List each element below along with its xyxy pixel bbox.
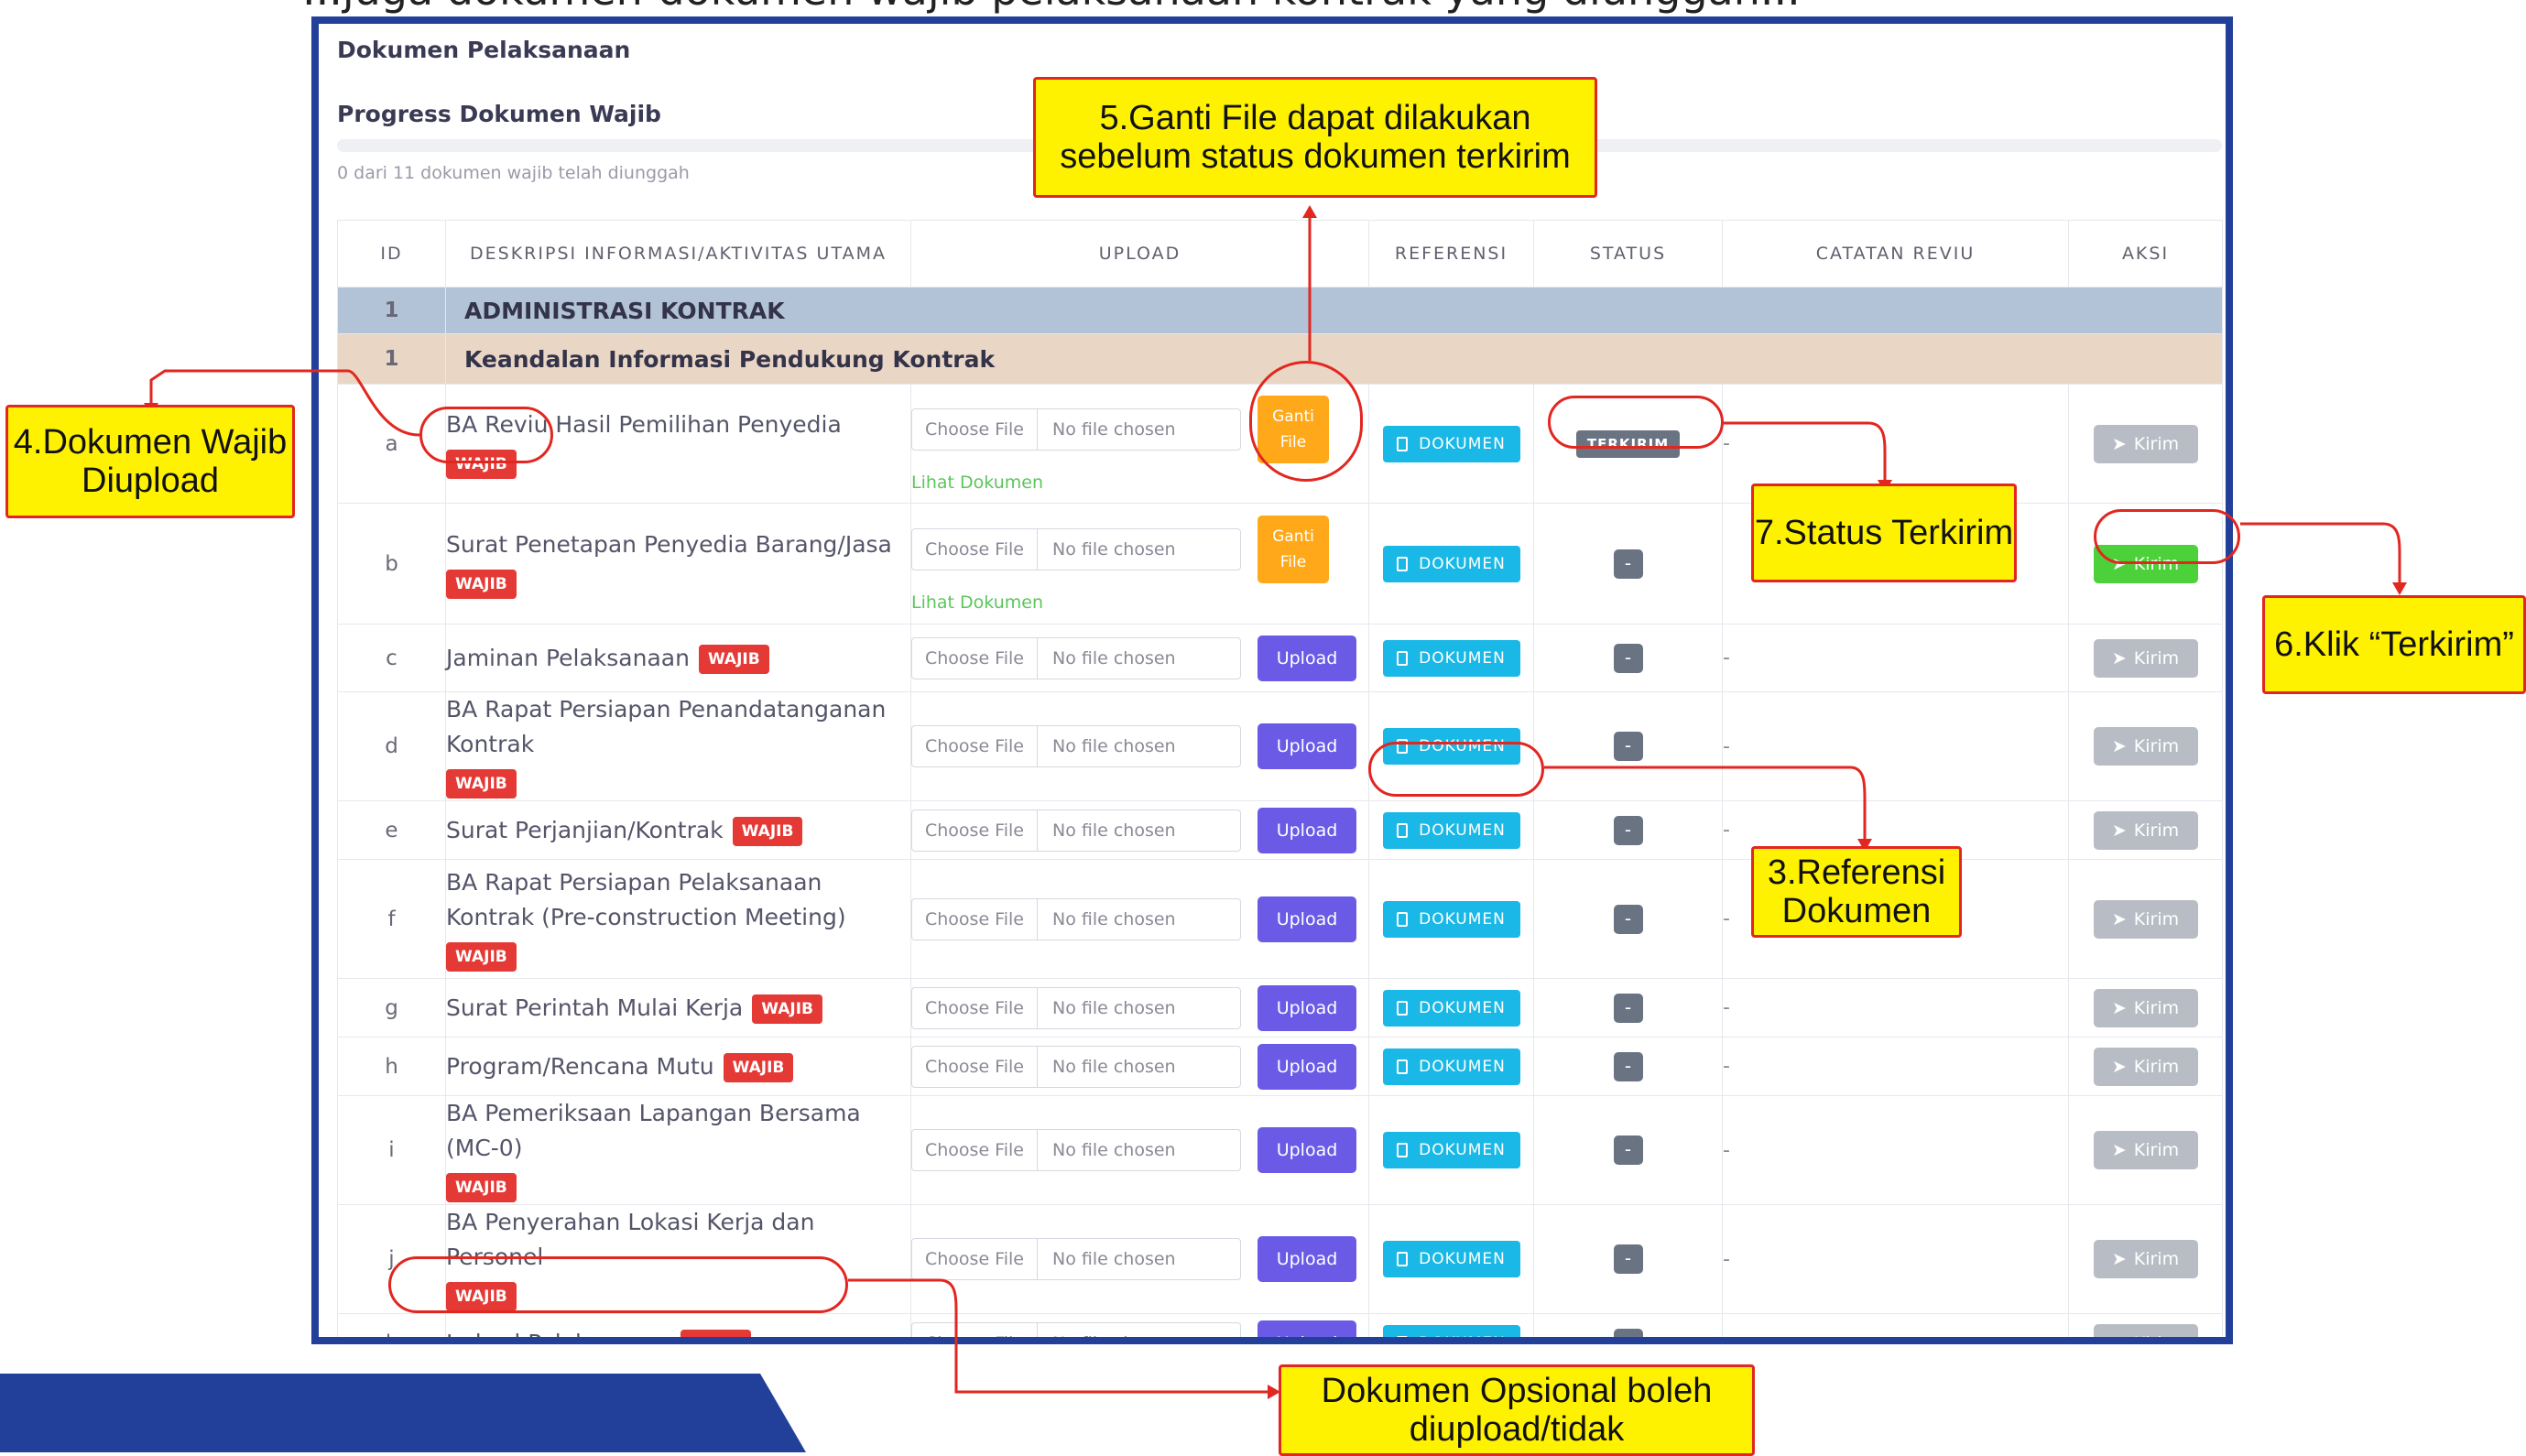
annotation-3: 3.Referensi Dokumen <box>1751 846 1962 938</box>
annotation-leaders <box>144 205 2407 1399</box>
leader-opsional <box>848 1278 1268 1394</box>
annotation-7: 7.Status Terkirim <box>1751 484 2017 582</box>
leader-3 <box>1544 766 1867 839</box>
annotation-opsional: Dokumen Opsional boleh diupload/tidak <box>1279 1364 1755 1456</box>
annotation-6: 6.Klik “Terkirim” <box>2262 595 2526 694</box>
annotation-5: 5.Ganti File dapat dilakukan sebelum sta… <box>1033 77 1597 198</box>
leader-6 <box>2240 522 2401 582</box>
leader-7 <box>1724 421 1887 480</box>
annotation-4: 4.Dokumen Wajib Diupload <box>5 405 295 518</box>
